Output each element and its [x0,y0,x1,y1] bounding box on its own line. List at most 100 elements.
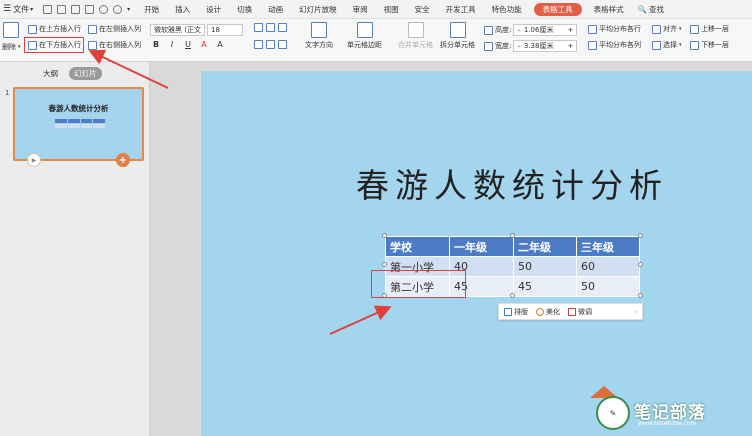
font-size-value: 18 [211,26,220,34]
bring-forward-button[interactable]: 上移一层 [690,24,729,34]
chevron-down-icon[interactable]: ▾ [127,6,130,13]
tab-slideshow[interactable]: 幻灯片放映 [291,0,345,19]
table-cell[interactable]: 60 [576,256,640,277]
row-height-control: 高度: – 1.06厘米 + [484,24,578,36]
cursor-icon [652,40,661,50]
save-icon[interactable] [43,4,53,14]
play-icon[interactable]: ▶ [27,153,41,167]
tab-animation[interactable]: 动画 [260,0,291,19]
font-color-button[interactable]: A [199,40,209,50]
select-button[interactable]: 选择 ▾ [652,40,682,50]
table-header-cell[interactable]: 二年级 [513,236,577,257]
insert-right-col-button[interactable]: 在右侧插入列 [88,40,141,50]
tab-home[interactable]: 开始 [136,0,167,19]
layout-icon [504,307,512,316]
chevron-right-icon[interactable]: › [634,308,637,316]
file-menu[interactable]: ☰ 文件 ▾ [0,0,37,19]
minus-icon[interactable]: – [517,42,521,50]
watermark-logo: ✎ 笔记部落 www.notetribe.com [586,386,752,436]
resize-handle[interactable] [382,262,387,267]
resize-handle[interactable] [510,293,515,298]
print-icon[interactable] [57,4,67,14]
redo-icon[interactable] [113,4,123,14]
resize-handle[interactable] [638,262,643,267]
text-direction-icon [311,22,327,38]
font-name-select[interactable]: 微软雅黑 (正文 [150,24,205,36]
text-direction-button[interactable]: 文字方向 [305,22,333,50]
text-direction-label: 文字方向 [305,41,333,49]
align-button[interactable]: 对齐 ▾ [652,24,682,34]
insert-left-col-button[interactable]: 在左侧插入列 [88,24,141,34]
tab-insert[interactable]: 插入 [167,0,198,19]
resize-handle[interactable] [638,293,643,298]
align-center-icon[interactable] [266,23,275,32]
merge-cells-label: 合并单元格 [398,41,433,49]
align-right-icon[interactable] [278,23,287,32]
distribute-rows-button[interactable]: 平均分布各行 [588,24,641,34]
tab-view[interactable]: 视图 [376,0,407,19]
pen-icon: ✎ [596,396,630,430]
slide-title[interactable]: 春游人数统计分析 [356,159,668,207]
quick-access-toolbar: ▾ [37,4,136,14]
insert-left-col-label: 在左侧插入列 [99,25,141,33]
tab-slides[interactable]: 幻灯片 [69,67,102,80]
table-cell[interactable]: 50 [513,256,577,277]
align-top-icon[interactable] [254,40,263,49]
split-cells-button[interactable]: 拆分单元格 [440,22,475,50]
resize-handle[interactable] [382,233,387,238]
slide-canvas[interactable]: 春游人数统计分析 学校 一年级 二年级 三年级 第一小学 40 50 60 第二… [201,71,752,436]
merge-cells-button[interactable]: 合并单元格 [398,22,433,50]
tab-review[interactable]: 审阅 [345,0,376,19]
align-middle-icon[interactable] [266,40,275,49]
insert-col-left-icon [88,24,97,34]
height-value: 1.06厘米 [523,26,554,34]
table-cell[interactable]: 45 [513,276,577,297]
send-backward-button[interactable]: 下移一层 [690,40,729,50]
table-header-cell[interactable]: 三年级 [576,236,640,257]
search-button[interactable]: 🔍 查找 [632,4,664,15]
tab-design[interactable]: 设计 [198,0,229,19]
table-quick-toolbar: 排版 美化 微调 › [498,303,643,320]
row-height-icon [484,25,493,35]
width-stepper[interactable]: – 3.38厘米 + [513,40,578,52]
preview-icon[interactable] [71,4,81,14]
resize-handle[interactable] [510,233,515,238]
underline-button[interactable]: U [183,40,193,50]
insert-above-row-label: 在上方插入行 [39,25,81,33]
font-size-select[interactable]: 18 [207,24,243,36]
minus-icon[interactable]: – [517,26,521,34]
tab-security[interactable]: 安全 [407,0,438,19]
table-header-cell[interactable]: 学校 [385,236,450,257]
add-slide-button[interactable]: + [116,153,130,167]
sort-button[interactable]: 排版 [504,307,528,317]
tab-table-style[interactable]: 表格样式 [586,0,632,19]
slide-thumbnail[interactable]: 春游人数统计分析 ▶ + [13,87,144,167]
align-bottom-icon[interactable] [278,40,287,49]
height-stepper[interactable]: – 1.06厘米 + [513,24,578,36]
table-grid-button[interactable] [3,22,19,38]
export-icon[interactable] [85,4,95,14]
search-icon: 🔍 [637,4,647,14]
beautify-button[interactable]: 美化 [536,307,560,317]
resize-handle[interactable] [638,233,643,238]
insert-above-row-button[interactable]: 在上方插入行 [28,24,81,34]
bold-button[interactable]: B [151,40,161,50]
table-header-cell[interactable]: 一年级 [449,236,514,257]
undo-icon[interactable] [99,4,109,14]
tab-table-tools[interactable]: 表格工具 [533,2,582,16]
tab-outline[interactable]: 大纲 [38,67,63,80]
bring-forward-label: 上移一层 [701,25,729,33]
delete-button[interactable]: 删除 ▾ [2,42,21,52]
italic-button[interactable]: I [167,40,177,50]
cell-margin-button[interactable]: 单元格边距 [347,22,382,50]
align-left-icon[interactable] [254,23,263,32]
table-cell[interactable]: 50 [576,276,640,297]
plus-icon[interactable]: + [567,26,573,34]
tab-developer[interactable]: 开发工具 [438,0,484,19]
plus-icon[interactable]: + [567,42,573,50]
distribute-cols-button[interactable]: 平均分布各列 [588,40,641,50]
text-effects-button[interactable]: A [215,40,225,50]
tab-transition[interactable]: 切换 [229,0,260,19]
fine-tune-button[interactable]: 微调 [568,307,592,317]
tab-features[interactable]: 特色功能 [484,0,530,19]
